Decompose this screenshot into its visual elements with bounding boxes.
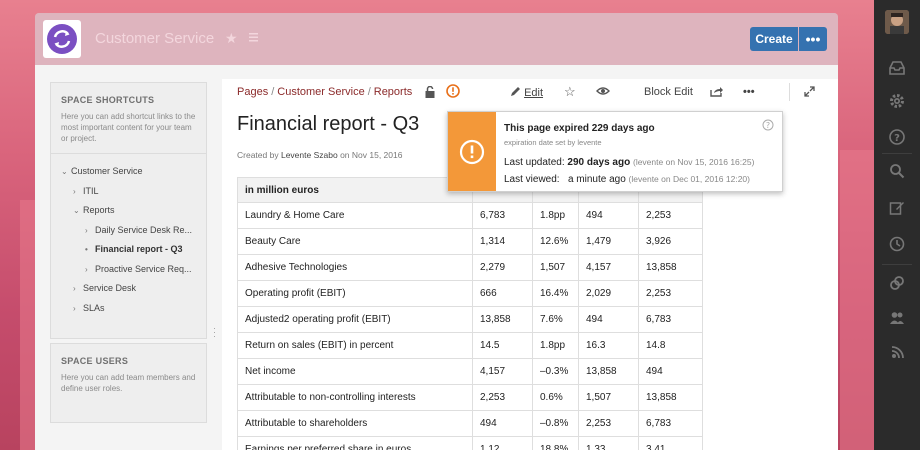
tree-item-itil[interactable]: › ITIL	[51, 182, 206, 202]
table-row: Attributable to non-controlling interest…	[237, 384, 703, 411]
expand-icon[interactable]	[804, 86, 815, 100]
sidebar-resize-handle[interactable]: · · ·	[213, 324, 216, 341]
users-icon[interactable]	[887, 308, 907, 328]
breadcrumb-customer-service[interactable]: Customer Service	[277, 86, 364, 98]
popup-subtitle: expiration date set by levente	[504, 138, 602, 147]
table-header-cell: in million euros	[237, 177, 473, 203]
gear-icon[interactable]	[887, 91, 907, 111]
page-byline: Created by Levente Szabo on Nov 15, 2016	[237, 150, 403, 160]
search-icon[interactable]	[887, 161, 907, 181]
author-link[interactable]: Levente Szabo	[281, 150, 338, 160]
tree-item-customer-service[interactable]: ⌄ Customer Service	[51, 162, 206, 182]
tree-item-slas[interactable]: › SLAs	[51, 299, 206, 319]
chevron-down-icon[interactable]: ⌄	[61, 162, 71, 182]
space-logo[interactable]	[43, 20, 81, 58]
inbox-icon[interactable]	[887, 58, 907, 78]
bullet-icon: •	[85, 245, 88, 254]
chevron-right-icon[interactable]: ›	[73, 279, 83, 299]
table-row: Return on sales (EBIT) in percent 14.5 1.8…	[237, 332, 703, 359]
edit-button[interactable]: Edit	[510, 86, 543, 99]
space-shortcuts-heading: SPACE SHORTCUTS	[61, 95, 155, 105]
space-shortcuts-panel: SPACE SHORTCUTS Here you can add shortcu…	[50, 82, 207, 339]
share-icon[interactable]	[710, 86, 723, 100]
space-header: Customer Service ★ Create •••	[35, 13, 838, 65]
breadcrumb-pages[interactable]: Pages	[237, 86, 268, 98]
table-row: Adhesive Technologies 2,279 1,507 4,157 13,8…	[237, 254, 703, 281]
space-logo-icon	[47, 24, 77, 54]
table-row: Attributable to shareholders 494 –0.8% 2,25…	[237, 410, 703, 437]
more-actions-button[interactable]: •••	[743, 86, 755, 98]
unlock-icon[interactable]	[425, 85, 435, 103]
toolbar-divider	[789, 83, 790, 101]
space-title[interactable]: Customer Service	[95, 30, 214, 47]
star-icon[interactable]: ☆	[564, 84, 576, 100]
right-rail: ?	[874, 0, 920, 450]
edit-icon[interactable]	[887, 198, 907, 218]
expiration-popup: This page expired 229 days ago expiratio…	[447, 111, 783, 192]
help-icon[interactable]: ?	[762, 118, 774, 136]
chevron-right-icon[interactable]: ›	[85, 260, 95, 280]
financial-table: in million euros Laundry & Home Care 6,78…	[237, 177, 703, 450]
help-icon[interactable]: ?	[887, 127, 907, 147]
chevron-right-icon[interactable]: ›	[73, 182, 83, 202]
table-row: Earnings per preferred share in euros 1.1…	[237, 436, 703, 450]
last-updated-line: Last updated: 290 days ago (levente on N…	[504, 157, 755, 168]
chevron-down-icon[interactable]: ⌄	[73, 201, 83, 221]
link-icon[interactable]	[887, 273, 907, 293]
svg-text:?: ?	[766, 121, 770, 130]
watch-icon[interactable]	[596, 86, 610, 99]
create-button[interactable]: Create	[750, 27, 798, 51]
tree-item-financial-report[interactable]: • Financial report - Q3	[51, 240, 206, 260]
rail-divider	[882, 264, 912, 265]
warning-icon	[459, 139, 485, 164]
space-users-heading: SPACE USERS	[61, 356, 129, 366]
user-avatar[interactable]	[885, 10, 909, 34]
svg-text:?: ?	[894, 133, 900, 144]
table-row: Beauty Care 1,314 12.6% 1,479 3,926	[237, 228, 703, 255]
rail-divider	[882, 153, 912, 154]
clock-icon[interactable]	[887, 234, 907, 254]
create-more-button[interactable]: •••	[799, 27, 827, 51]
tree-item-proactive-service[interactable]: › Proactive Service Req...	[51, 260, 206, 280]
breadcrumb-reports[interactable]: Reports	[374, 86, 413, 98]
table-row: Adjusted2 operating profit (EBIT) 13,858 7…	[237, 306, 703, 333]
last-viewed-line: Last viewed: a minute ago (levente on De…	[504, 174, 750, 185]
table-row: Operating profit (EBIT) 666 16.4% 2,029 2,25…	[237, 280, 703, 307]
chevron-right-icon[interactable]: ›	[73, 299, 83, 319]
space-menu-icon[interactable]	[249, 30, 259, 48]
popup-title: This page expired 229 days ago	[504, 123, 655, 134]
page-tree: ⌄ Customer Service › ITIL ⌄ Reports › Daily …	[51, 153, 206, 318]
page-title: Financial report - Q3	[237, 113, 420, 135]
space-users-panel: SPACE USERS Here you can add team member…	[50, 343, 207, 423]
block-edit-button[interactable]: Block Edit	[644, 86, 693, 98]
chevron-right-icon[interactable]: ›	[85, 221, 95, 241]
space-card: Customer Service ★ Create ••• SPACE SHOR…	[35, 13, 838, 450]
tree-item-reports[interactable]: ⌄ Reports	[51, 201, 206, 221]
table-row: Laundry & Home Care 6,783 1.8pp 494 2,253	[237, 202, 703, 229]
table-row: Net income 4,157 –0.3% 13,858 494	[237, 358, 703, 385]
avatar-image	[885, 10, 909, 34]
space-users-text: Here you can add team members and define…	[61, 373, 196, 393]
created-date: Nov 15, 2016	[351, 150, 403, 160]
star-icon[interactable]: ★	[225, 30, 238, 47]
tree-item-daily-service-desk[interactable]: › Daily Service Desk Re...	[51, 221, 206, 241]
pencil-icon	[511, 87, 520, 96]
breadcrumb: Pages / Customer Service / Reports	[237, 86, 413, 98]
popup-warning-bar	[448, 112, 496, 191]
expiration-warning-icon[interactable]	[446, 84, 460, 103]
space-shortcuts-text: Here you can add shortcut links to the m…	[61, 112, 196, 143]
tree-item-service-desk[interactable]: › Service Desk	[51, 279, 206, 299]
feed-icon[interactable]	[887, 343, 907, 363]
